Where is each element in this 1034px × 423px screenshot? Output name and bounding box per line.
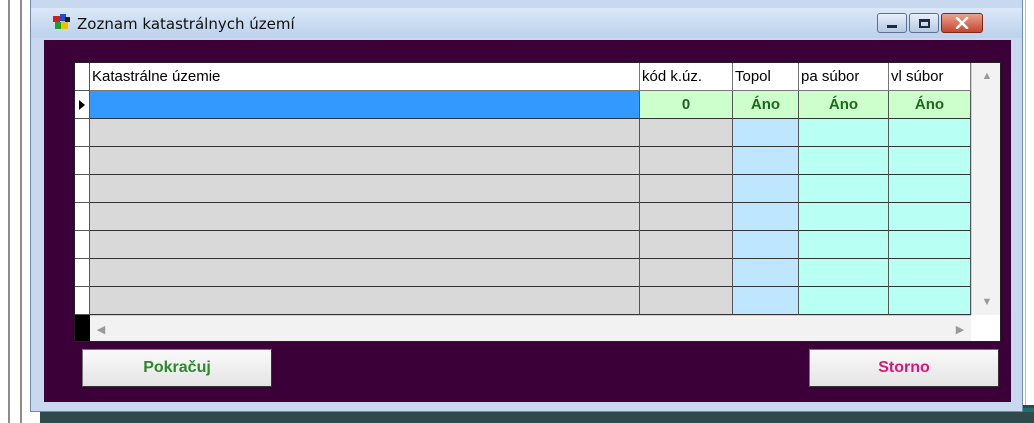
title-bar[interactable]: Zoznam katastrálnych území [31, 8, 1022, 38]
cell-vl-file[interactable] [889, 259, 971, 287]
cell-code[interactable]: 0 [640, 91, 733, 119]
cell-pa-file[interactable] [799, 175, 889, 203]
header-corner [75, 63, 90, 91]
row-selector[interactable] [75, 231, 90, 259]
close-icon [955, 17, 969, 29]
cell-pa-file[interactable] [799, 119, 889, 147]
row-pointer-icon [79, 100, 85, 110]
cell-name[interactable] [90, 259, 640, 287]
cell-pa-file[interactable] [799, 259, 889, 287]
continue-button[interactable]: Pokračuj [82, 349, 272, 387]
cell-vl-file[interactable] [889, 203, 971, 231]
cell-pa-file[interactable] [799, 287, 889, 315]
cell-vl-file[interactable] [889, 147, 971, 175]
maximize-icon [918, 18, 930, 28]
close-button[interactable] [941, 13, 983, 33]
window-title: Zoznam katastrálnych území [77, 15, 295, 33]
cell-pa-file[interactable] [799, 231, 889, 259]
cell-code[interactable] [640, 203, 733, 231]
cell-code[interactable] [640, 259, 733, 287]
cell-name[interactable] [90, 91, 640, 119]
cell-code[interactable] [640, 175, 733, 203]
background-divider [8, 0, 10, 423]
column-header-topol[interactable]: Topol [733, 63, 799, 91]
cell-vl-file[interactable] [889, 231, 971, 259]
scroll-down-icon[interactable]: ▼ [972, 289, 1000, 315]
cell-topol[interactable]: Áno [733, 91, 799, 119]
scrollbar-corner [971, 315, 1000, 341]
cancel-button[interactable]: Storno [809, 349, 999, 387]
scroll-up-icon[interactable]: ▲ [972, 63, 1000, 89]
row-selector[interactable] [75, 119, 90, 147]
row-selector[interactable] [75, 287, 90, 315]
cell-topol[interactable] [733, 119, 799, 147]
horizontal-scrollbar[interactable]: ◀ ▶ [90, 315, 971, 341]
cell-topol[interactable] [733, 231, 799, 259]
dialog-body: Katastrálne územie kód k.úz. Topol pa sú… [44, 40, 1011, 402]
cadastral-areas-grid: Katastrálne územie kód k.úz. Topol pa sú… [74, 62, 1001, 342]
scroll-right-icon[interactable]: ▶ [949, 316, 971, 341]
application-icon [53, 14, 71, 30]
row-selector[interactable] [75, 175, 90, 203]
column-header-pa-file[interactable]: pa súbor [799, 63, 889, 91]
dialog-window: Zoznam katastrálnych území Katastrálne ú… [30, 0, 1023, 412]
column-header-name[interactable]: Katastrálne územie [90, 63, 640, 91]
column-header-code[interactable]: kód k.úz. [640, 63, 733, 91]
background-divider [20, 0, 22, 423]
cell-name[interactable] [90, 203, 640, 231]
row-selector[interactable] [75, 91, 90, 119]
cell-topol[interactable] [733, 175, 799, 203]
cell-vl-file[interactable] [889, 175, 971, 203]
cell-topol[interactable] [733, 203, 799, 231]
cell-vl-file[interactable] [889, 119, 971, 147]
cell-code[interactable] [640, 287, 733, 315]
background-divider [1025, 0, 1026, 423]
minimize-button[interactable] [877, 13, 907, 33]
screen: Zoznam katastrálnych území Katastrálne ú… [0, 0, 1034, 423]
cell-name[interactable] [90, 147, 640, 175]
cell-topol[interactable] [733, 259, 799, 287]
cell-name[interactable] [90, 287, 640, 315]
cell-pa-file[interactable] [799, 203, 889, 231]
minimize-icon [887, 24, 897, 28]
row-selector[interactable] [75, 203, 90, 231]
cell-name[interactable] [90, 231, 640, 259]
cell-code[interactable] [640, 231, 733, 259]
cell-vl-file[interactable] [889, 287, 971, 315]
scroll-left-icon[interactable]: ◀ [90, 316, 112, 341]
cell-topol[interactable] [733, 147, 799, 175]
cell-pa-file[interactable]: Áno [799, 91, 889, 119]
cell-code[interactable] [640, 119, 733, 147]
cell-vl-file[interactable]: Áno [889, 91, 971, 119]
column-header-vl-file[interactable]: vl súbor [889, 63, 971, 91]
cell-pa-file[interactable] [799, 147, 889, 175]
maximize-button[interactable] [909, 13, 939, 33]
row-selector[interactable] [75, 259, 90, 287]
cell-topol[interactable] [733, 287, 799, 315]
grid-corner [75, 315, 90, 341]
cell-name[interactable] [90, 119, 640, 147]
vertical-scrollbar[interactable]: ▲ ▼ [971, 63, 1000, 315]
row-selector[interactable] [75, 147, 90, 175]
cell-code[interactable] [640, 147, 733, 175]
cell-name[interactable] [90, 175, 640, 203]
